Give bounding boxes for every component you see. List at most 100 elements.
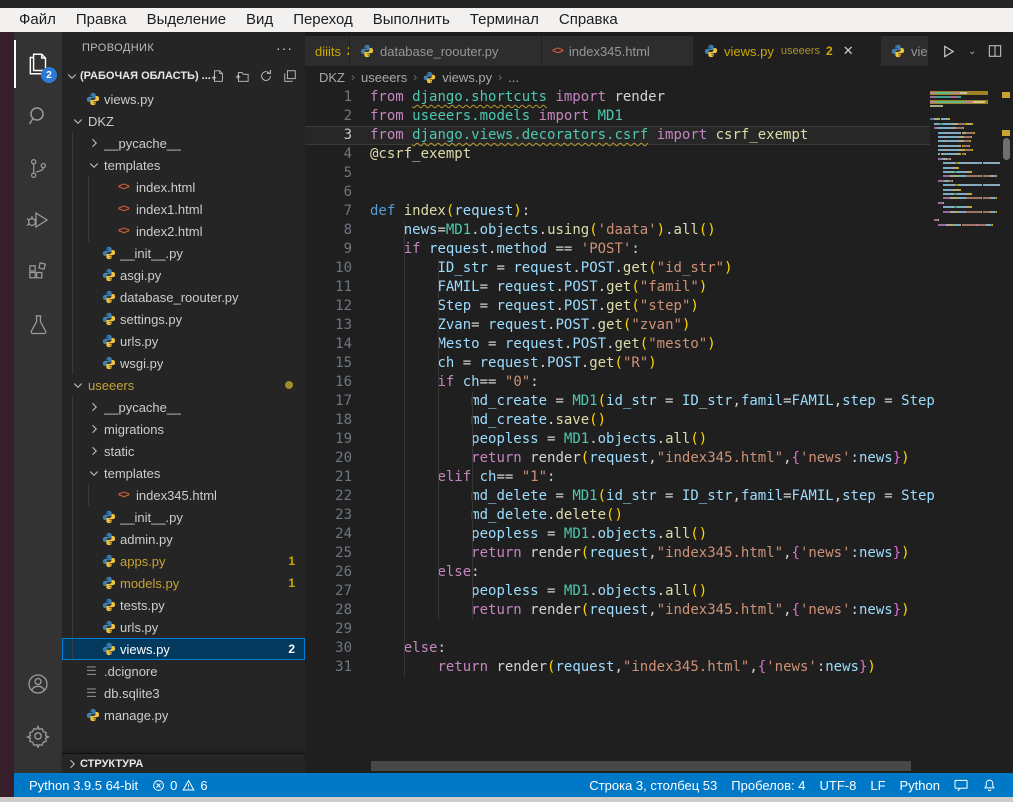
split-editor-icon[interactable] [988,44,1002,58]
code-line-14[interactable]: 14 Mesto = request.POST.get("mesto") [305,335,1013,354]
tree-item-migrations[interactable]: migrations [62,418,305,440]
tab-diiits[interactable]: diiits2 [305,36,350,66]
code-line-27[interactable]: 27 peopless = MD1.objects.all() [305,582,1013,601]
tree-item-database_roouter.py[interactable]: database_roouter.py [62,286,305,308]
activitybar-search[interactable] [14,92,62,140]
code-line-18[interactable]: 18 md_create.save() [305,411,1013,430]
activitybar-source-control[interactable] [14,144,62,192]
code-line-30[interactable]: 30 else: [305,639,1013,658]
code-line-19[interactable]: 19 peopless = MD1.objects.all() [305,430,1013,449]
code-line-10[interactable]: 10 ID_str = request.POST.get("id_str") [305,259,1013,278]
code-line-12[interactable]: 12 Step = request.POST.get("step") [305,297,1013,316]
tree-item-urls.py[interactable]: urls.py [62,616,305,638]
run-dropdown-chevron-icon[interactable]: ⌄ [968,46,976,57]
workspace-section-header[interactable]: (РАБОЧАЯ ОБЛАСТЬ) ... [62,64,305,88]
code-line-7[interactable]: 7def index(request): [305,202,1013,221]
code-editor[interactable]: 1from django.shortcuts import render2fro… [305,88,1013,773]
tree-item-db.sqlite3[interactable]: ☰db.sqlite3 [62,682,305,704]
code-line-16[interactable]: 16 if ch== "0": [305,373,1013,392]
code-line-8[interactable]: 8 news=MD1.objects.using('daata').all() [305,221,1013,240]
code-line-3[interactable]: 3from django.views.decorators.csrf impor… [305,126,1013,145]
code-line-2[interactable]: 2from useeers.models import MD1 [305,107,1013,126]
tree-item-index1.html[interactable]: <>index1.html [62,198,305,220]
tab-views.py[interactable]: views.pyuseeers2✕ [694,36,881,66]
overview-ruler[interactable] [1000,88,1013,773]
tab-index345.html[interactable]: <>index345.html [542,36,694,66]
feedback-icon[interactable] [947,773,976,797]
breadcrumb-item-views.py[interactable]: views.py [442,70,492,85]
language-mode[interactable]: Python [893,773,947,797]
code-line-23[interactable]: 23 md_delete.delete() [305,506,1013,525]
code-line-11[interactable]: 11 FAMIL= request.POST.get("famil") [305,278,1013,297]
tree-item-models.py[interactable]: models.py1 [62,572,305,594]
menu-Вид[interactable]: Вид [237,8,282,32]
tree-item-admin.py[interactable]: admin.py [62,528,305,550]
tree-item-templates[interactable]: templates [62,462,305,484]
tree-item-views.py[interactable]: views.py [62,88,305,110]
activitybar-settings[interactable] [14,712,62,760]
activitybar-account[interactable] [14,660,62,708]
menu-Правка[interactable]: Правка [67,8,136,32]
tab-database_roouter.py[interactable]: database_roouter.py [350,36,542,66]
tab-vie[interactable]: vie [881,36,929,66]
activitybar-extensions[interactable] [14,248,62,296]
code-line-29[interactable]: 29 [305,620,1013,639]
refresh-icon[interactable] [259,69,273,83]
breadcrumb-item-DKZ[interactable]: DKZ [319,70,345,85]
tree-item-__init__.py[interactable]: __init__.py [62,242,305,264]
new-file-icon[interactable] [211,69,225,83]
run-button[interactable] [941,44,956,59]
outline-section-header[interactable]: СТРУКТУРА [62,753,305,773]
menu-Выделение[interactable]: Выделение [138,8,235,32]
activitybar-run-debug[interactable] [14,196,62,244]
tree-item-__pycache__[interactable]: __pycache__ [62,132,305,154]
code-line-31[interactable]: 31 return render(request,"index345.html"… [305,658,1013,677]
code-line-20[interactable]: 20 return render(request,"index345.html"… [305,449,1013,468]
tree-item-static[interactable]: static [62,440,305,462]
scrollbar-thumb[interactable] [1003,138,1010,160]
tree-item-index2.html[interactable]: <>index2.html [62,220,305,242]
tree-item-asgi.py[interactable]: asgi.py [62,264,305,286]
activitybar-testing[interactable] [14,300,62,348]
python-interpreter[interactable]: Python 3.9.5 64-bit [22,773,145,797]
new-folder-icon[interactable] [235,69,249,83]
activitybar-explorer[interactable]: 2 [14,40,62,88]
sidebar-more-actions[interactable]: ··· [276,40,293,56]
encoding[interactable]: UTF-8 [813,773,864,797]
code-line-15[interactable]: 15 ch = request.POST.get("R") [305,354,1013,373]
breadcrumb-item-...[interactable]: ... [508,70,519,85]
eol-sequence[interactable]: LF [863,773,892,797]
indentation[interactable]: Пробелов: 4 [724,773,812,797]
menu-Переход[interactable]: Переход [284,8,362,32]
notifications-bell-icon[interactable] [976,773,1003,797]
tree-item-apps.py[interactable]: apps.py1 [62,550,305,572]
tree-item-manage.py[interactable]: manage.py [62,704,305,726]
tree-item-useeers[interactable]: useeers [62,374,305,396]
code-line-25[interactable]: 25 return render(request,"index345.html"… [305,544,1013,563]
breadcrumb-item-useeers[interactable]: useeers [361,70,407,85]
menu-Справка[interactable]: Справка [550,8,627,32]
breadcrumb[interactable]: DKZ›useeers›views.py›... [305,66,1013,88]
tree-item-index.html[interactable]: <>index.html [62,176,305,198]
menu-Выполнить[interactable]: Выполнить [364,8,459,32]
minimap[interactable] [930,88,1000,288]
tree-item-.dcignore[interactable]: ☰.dcignore [62,660,305,682]
tree-item-urls.py[interactable]: urls.py [62,330,305,352]
code-line-21[interactable]: 21 elif ch== "1": [305,468,1013,487]
code-line-28[interactable]: 28 return render(request,"index345.html"… [305,601,1013,620]
menu-Терминал[interactable]: Терминал [461,8,548,32]
cursor-position[interactable]: Строка 3, столбец 53 [582,773,724,797]
code-line-6[interactable]: 6 [305,183,1013,202]
tree-item-tests.py[interactable]: tests.py [62,594,305,616]
horizontal-scrollbar[interactable] [371,761,911,771]
code-line-1[interactable]: 1from django.shortcuts import render [305,88,1013,107]
tree-item-__pycache__[interactable]: __pycache__ [62,396,305,418]
code-line-17[interactable]: 17 md_create = MD1(id_str = ID_str,famil… [305,392,1013,411]
collapse-all-icon[interactable] [283,69,297,83]
code-line-13[interactable]: 13 Zvan= request.POST.get("zvan") [305,316,1013,335]
tree-item-__init__.py[interactable]: __init__.py [62,506,305,528]
tree-item-wsgi.py[interactable]: wsgi.py [62,352,305,374]
code-line-5[interactable]: 5 [305,164,1013,183]
code-line-9[interactable]: 9 if request.method == 'POST': [305,240,1013,259]
tree-item-DKZ[interactable]: DKZ [62,110,305,132]
